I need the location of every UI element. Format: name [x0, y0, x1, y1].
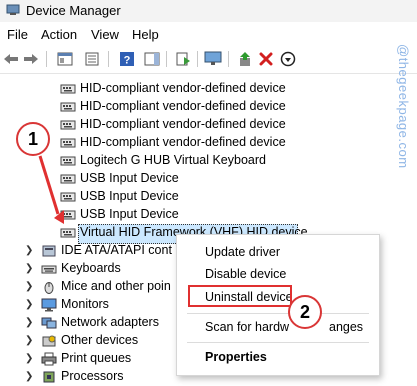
menu-update-driver[interactable]: Update driver [205, 245, 280, 259]
category-label: Processors [61, 369, 124, 383]
hid-device-icon [60, 192, 76, 202]
tree-item[interactable]: USB Input Device [0, 170, 417, 188]
toolbar: ? [0, 45, 417, 74]
chevron-right-icon[interactable]: ❯ [25, 245, 33, 256]
hid-device-icon [60, 138, 76, 148]
processor-icon [43, 371, 55, 383]
tree-item-label: USB Input Device [80, 171, 179, 185]
category-label: Mice and other poin [61, 279, 171, 293]
title-bar: Device Manager [0, 0, 417, 22]
hid-device-icon [60, 174, 76, 184]
properties-sheet-icon[interactable] [83, 50, 101, 68]
network-adapter-icon [41, 317, 57, 329]
printer-icon [41, 352, 57, 366]
chevron-right-icon[interactable]: ❯ [25, 371, 33, 382]
chevron-right-icon[interactable]: ❯ [25, 263, 33, 274]
svg-text:?: ? [124, 55, 131, 67]
step-1-number: 1 [27, 128, 38, 149]
chevron-right-icon[interactable]: ❯ [25, 317, 33, 328]
monitor-icon [41, 298, 57, 312]
forward-icon[interactable] [22, 50, 40, 68]
hid-device-icon [60, 210, 76, 220]
tree-item[interactable]: USB Input Device [0, 188, 417, 206]
hid-device-icon [60, 156, 76, 166]
uninstall-highlight-box [188, 285, 292, 307]
step-2-number: 2 [299, 301, 310, 322]
back-icon[interactable] [2, 50, 20, 68]
toolbar-separator [228, 51, 229, 67]
hid-device-icon [60, 120, 76, 130]
watermark: @thegeekpage.com [396, 40, 415, 380]
menu-scan-hardware[interactable]: Scan for hardw [205, 320, 289, 334]
scan-hardware-changes-icon[interactable] [174, 50, 192, 68]
menu-separator [187, 342, 369, 343]
tree-item-label: USB Input Device [80, 207, 179, 221]
hid-device-icon [60, 84, 76, 94]
tree-item-label: HID-compliant vendor-defined device [80, 81, 286, 95]
menu-separator [187, 313, 369, 314]
device-manager-icon [6, 4, 20, 15]
chevron-right-icon[interactable]: ❯ [25, 281, 33, 292]
update-driver-icon[interactable] [236, 50, 254, 68]
category-label: IDE ATA/ATAPI cont [61, 243, 172, 257]
window-title: Device Manager [26, 3, 121, 18]
uninstall-x-icon[interactable] [257, 50, 275, 68]
tree-item-label: USB Input Device [80, 189, 179, 203]
tree-item[interactable]: Logitech G HUB Virtual Keyboard [0, 152, 417, 170]
action-pane-icon[interactable] [143, 50, 161, 68]
help-icon[interactable]: ? [118, 50, 136, 68]
menu-file[interactable]: File [7, 27, 28, 42]
watermark-text: @thegeekpage.com [396, 44, 411, 169]
tree-item[interactable]: USB Input Device [0, 206, 417, 224]
chevron-right-icon[interactable]: ❯ [25, 299, 33, 310]
tree-item-label: HID-compliant vendor-defined device [80, 99, 286, 113]
menu-bar: File Action View Help [0, 23, 417, 45]
toolbar-separator [108, 51, 109, 67]
tree-item-label: Logitech G HUB Virtual Keyboard [80, 153, 266, 167]
menu-scan-hardware-tail[interactable]: anges [329, 320, 363, 334]
menu-view[interactable]: View [91, 27, 119, 42]
other-devices-icon [42, 335, 56, 347]
tree-item[interactable]: HID-compliant vendor-defined device [0, 98, 417, 116]
hid-device-icon [60, 228, 76, 238]
menu-disable-device[interactable]: Disable device [205, 267, 286, 281]
tree-item[interactable]: HID-compliant vendor-defined device [0, 116, 417, 134]
hid-device-icon [60, 102, 76, 112]
toolbar-separator [166, 51, 167, 67]
disable-device-icon[interactable] [279, 50, 297, 68]
chevron-right-icon[interactable]: ❯ [25, 353, 33, 364]
tree-item[interactable]: HID-compliant vendor-defined device [0, 80, 417, 98]
toolbar-separator [46, 51, 47, 67]
category-label: Print queues [61, 351, 132, 365]
tree-item[interactable]: HID-compliant vendor-defined device [0, 134, 417, 152]
menu-help[interactable]: Help [132, 27, 159, 42]
tree-item-label: HID-compliant vendor-defined device [80, 135, 286, 149]
step-1-badge: 1 [16, 122, 50, 156]
category-label: Monitors [61, 297, 109, 311]
tree-item-label: HID-compliant vendor-defined device [80, 117, 286, 131]
monitor-view-icon[interactable] [204, 50, 222, 68]
menu-properties[interactable]: Properties [205, 350, 267, 364]
show-hide-console-tree-icon[interactable] [56, 50, 74, 68]
ide-controller-icon [42, 245, 56, 257]
mouse-icon [44, 282, 54, 294]
toolbar-separator [197, 51, 198, 67]
menu-action[interactable]: Action [41, 27, 77, 42]
category-label: Other devices [61, 333, 139, 347]
category-label: Keyboards [61, 261, 121, 275]
keyboard-icon [41, 265, 57, 274]
category-label: Network adapters [61, 315, 159, 329]
step-2-badge: 2 [288, 295, 322, 329]
chevron-right-icon[interactable]: ❯ [25, 335, 33, 346]
